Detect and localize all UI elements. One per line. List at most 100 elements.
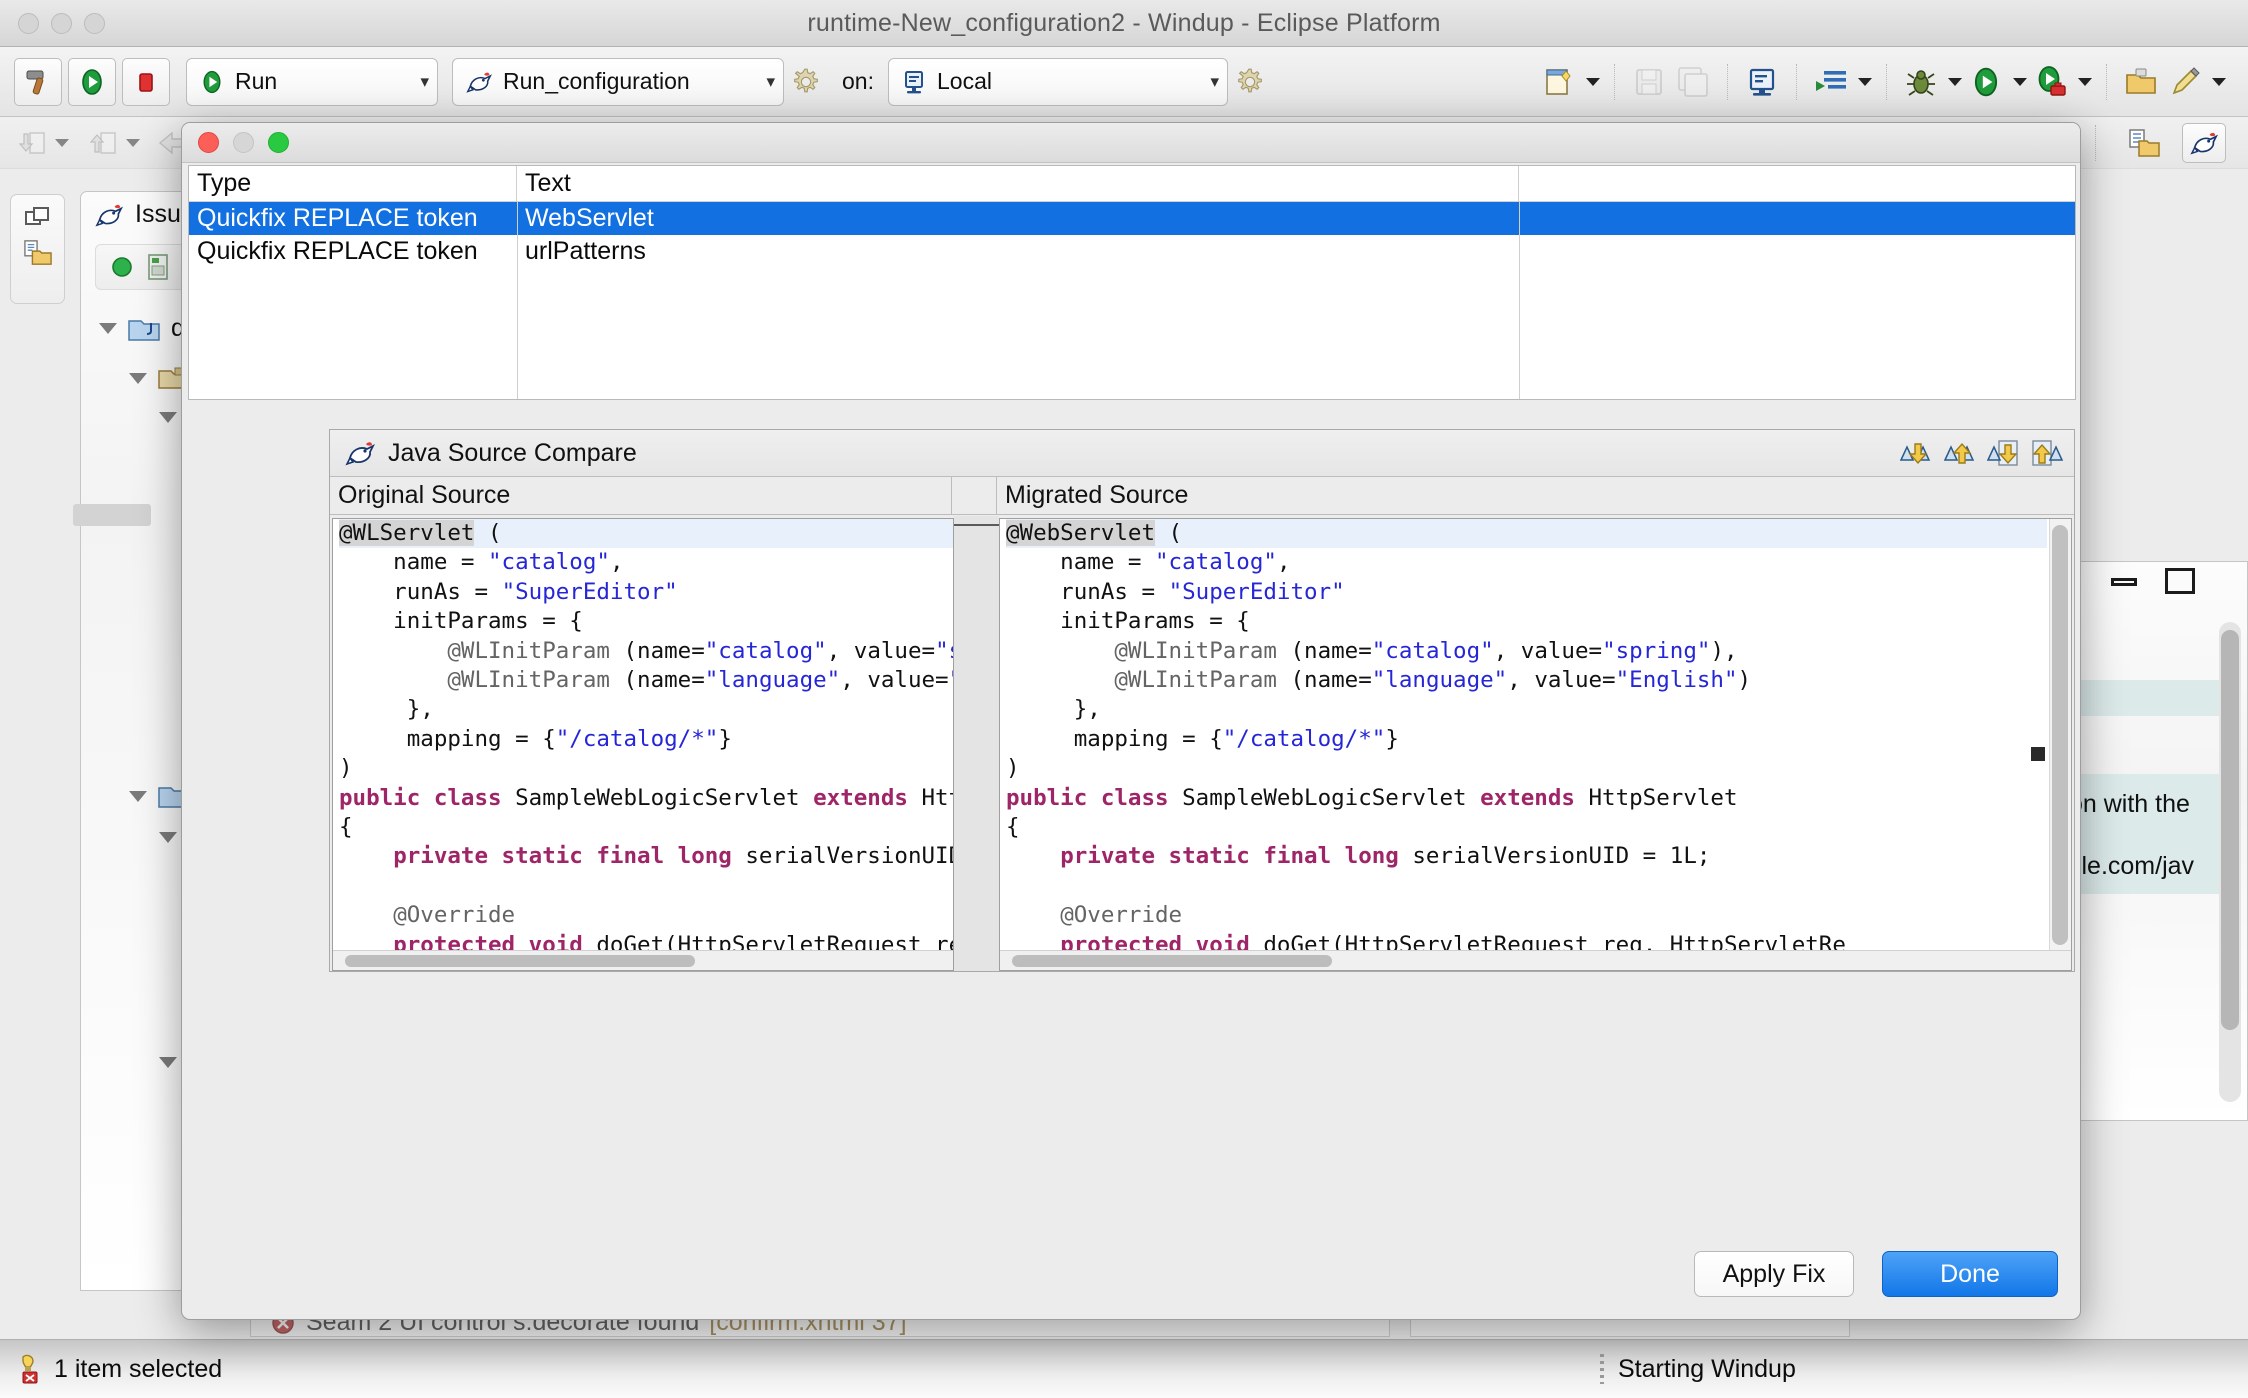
run-icon[interactable] — [1966, 62, 2006, 102]
report-text-line-1: on with the — [2069, 790, 2190, 819]
minimize-icon[interactable] — [2111, 578, 2137, 586]
chevron-down-icon[interactable] — [55, 139, 69, 147]
previous-change-icon[interactable] — [2030, 438, 2064, 468]
table-row-empty[interactable] — [189, 268, 2075, 301]
compare-toolbar — [1898, 438, 2064, 468]
migrated-changed-token: @WebServlet — [1006, 520, 1155, 546]
done-button[interactable]: Done — [1882, 1251, 2058, 1297]
original-source-pane[interactable]: @WLServlet ( name = "catalog", runAs = "… — [332, 518, 954, 971]
migrated-vscrollbar-track[interactable] — [2049, 519, 2071, 950]
run-green-icon — [199, 69, 225, 95]
run-button[interactable] — [68, 58, 116, 106]
column-header-type[interactable]: Type — [189, 166, 517, 201]
original-hscrollbar-track[interactable] — [333, 950, 953, 970]
next-change-icon[interactable] — [1986, 438, 2020, 468]
dialog-minimize-button[interactable] — [233, 132, 254, 153]
report-view: on with the cle.com/jav — [2068, 561, 2248, 1121]
save-icon — [1629, 62, 1669, 102]
console-icon[interactable] — [1742, 62, 1782, 102]
dialog-button-bar: Apply Fix Done — [1694, 1251, 2058, 1297]
dialog-close-button[interactable] — [198, 132, 219, 153]
chevron-down-icon[interactable]: ▾ — [410, 72, 429, 92]
windup-bird-icon — [93, 201, 125, 229]
window-traffic-lights[interactable] — [18, 13, 105, 34]
apply-fix-button[interactable]: Apply Fix — [1694, 1251, 1854, 1297]
cell-extra — [1519, 235, 2075, 268]
column-header-text[interactable]: Text — [517, 166, 1519, 201]
project-explorer-icon[interactable] — [23, 239, 53, 267]
dialog-zoom-button[interactable] — [268, 132, 289, 153]
tree-node-child-3[interactable] — [159, 1057, 177, 1068]
run-configuration-combo[interactable]: Run_configuration ▾ — [452, 58, 784, 106]
compare-gutter-label — [952, 477, 997, 514]
original-changed-token: @WLServlet — [339, 520, 474, 546]
original-hscrollbar-thumb[interactable] — [345, 955, 695, 967]
compare-title: Java Source Compare — [388, 439, 1898, 468]
column-header-extra[interactable] — [1519, 166, 2075, 201]
chevron-down-icon[interactable] — [1948, 78, 1962, 86]
chevron-down-icon[interactable] — [129, 373, 147, 384]
restore-view-icon[interactable] — [24, 205, 52, 229]
chevron-down-icon[interactable] — [2212, 78, 2226, 86]
status-divider — [1600, 1354, 1604, 1384]
table-row-empty[interactable] — [189, 334, 2075, 367]
tree-node-child[interactable] — [159, 412, 177, 423]
chevron-down-icon[interactable] — [159, 832, 177, 843]
run-mode-combo[interactable]: Run ▾ — [186, 58, 438, 106]
open-folder-icon[interactable] — [2121, 62, 2161, 102]
windup-bird-icon — [344, 438, 376, 468]
quickfix-pencil-icon[interactable] — [2165, 62, 2205, 102]
copy-to-folder-icon[interactable] — [2124, 123, 2164, 163]
previous-difference-icon[interactable] — [1942, 438, 1976, 468]
migrated-hscrollbar-thumb[interactable] — [1012, 955, 1332, 967]
import-icon[interactable] — [12, 123, 52, 163]
chevron-down-icon[interactable] — [2078, 78, 2092, 86]
export-icon[interactable] — [83, 123, 123, 163]
dialog-titlebar — [182, 123, 2080, 163]
window-close-button[interactable] — [18, 13, 39, 34]
chevron-down-icon[interactable] — [99, 323, 117, 334]
chevron-down-icon[interactable]: ▾ — [756, 72, 775, 92]
run-toolbox-icon[interactable] — [2031, 62, 2071, 102]
chevron-down-icon[interactable] — [1858, 78, 1872, 86]
migrated-hscrollbar-track[interactable] — [1000, 950, 2071, 970]
window-zoom-button[interactable] — [84, 13, 105, 34]
run-last-tool-icon[interactable] — [1811, 62, 1851, 102]
diff-marker[interactable] — [2031, 747, 2045, 761]
table-row-empty[interactable] — [189, 301, 2075, 334]
status-dot-icon — [110, 255, 134, 279]
maximize-icon[interactable] — [2165, 568, 2195, 594]
migrated-vscrollbar-thumb[interactable] — [2052, 525, 2068, 945]
chevron-down-icon[interactable] — [159, 412, 177, 423]
status-bar: 1 item selected Starting Windup — [0, 1339, 2248, 1398]
hammer-icon — [23, 67, 53, 97]
windup-perspective-button[interactable] — [2182, 123, 2226, 163]
table-row[interactable]: Quickfix REPLACE token urlPatterns — [189, 235, 2075, 268]
debug-bug-icon[interactable] — [1901, 62, 1941, 102]
build-button[interactable] — [14, 58, 62, 106]
quickfix-table[interactable]: Type Text Quickfix REPLACE token WebServ… — [188, 165, 2076, 400]
migrated-source-pane[interactable]: @WebServlet ( name = "catalog", runAs = … — [999, 518, 2072, 971]
stop-button[interactable] — [122, 58, 170, 106]
window-titlebar: runtime-New_configuration2 - Windup - Ec… — [0, 0, 2248, 47]
table-row[interactable]: Quickfix REPLACE token WebServlet — [189, 202, 2075, 235]
original-source-code[interactable]: @WLServlet ( name = "catalog", runAs = "… — [333, 519, 953, 950]
gear-icon[interactable] — [1236, 68, 1264, 96]
next-difference-icon[interactable] — [1898, 438, 1932, 468]
window-minimize-button[interactable] — [51, 13, 72, 34]
compare-pane-labels: Original Source Migrated Source — [330, 477, 2074, 515]
tree-node-child-2[interactable] — [159, 832, 177, 843]
gear-icon[interactable] — [792, 68, 820, 96]
chevron-down-icon[interactable]: ▾ — [1200, 72, 1219, 92]
report-scrollbar-thumb[interactable] — [2221, 630, 2239, 1030]
new-wizard-icon[interactable] — [1539, 62, 1579, 102]
migrated-source-code[interactable]: @WebServlet ( name = "catalog", runAs = … — [1000, 519, 2047, 950]
chevron-down-icon[interactable] — [2013, 78, 2027, 86]
toolbar-separator — [2106, 64, 2107, 100]
chevron-down-icon[interactable] — [1586, 78, 1600, 86]
chevron-down-icon[interactable] — [126, 139, 140, 147]
view-scrollbar-thumb[interactable] — [73, 504, 151, 526]
chevron-down-icon[interactable] — [129, 791, 147, 802]
chevron-down-icon[interactable] — [159, 1057, 177, 1068]
run-target-combo[interactable]: Local ▾ — [888, 58, 1228, 106]
